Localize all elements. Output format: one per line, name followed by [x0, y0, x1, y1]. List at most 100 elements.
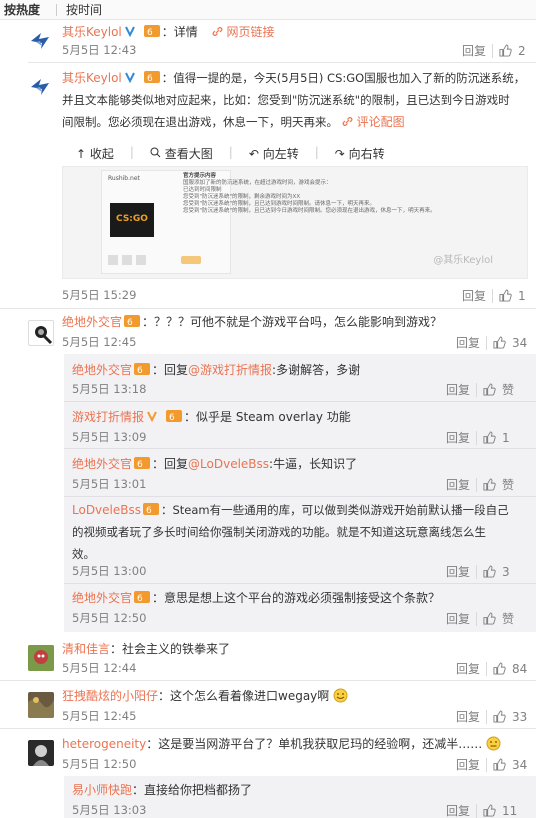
comment-line: 其乐Keylol 6 ：详情 网页链接: [62, 21, 274, 43]
divider: [64, 448, 536, 449]
avatar[interactable]: [28, 28, 54, 54]
username[interactable]: 绝地外交官: [72, 363, 132, 377]
username[interactable]: 绝地外交官: [62, 315, 122, 329]
sub-reply-text-2: 的视频或者玩了多长时间给你强制关闭游戏的功能。就是不知道这玩意离线怎么生: [72, 525, 486, 539]
username[interactable]: 其乐Keylol: [62, 25, 122, 39]
comment-pic-link[interactable]: 评论配图: [342, 115, 405, 129]
sub-reply-text: ：意思是想上这个平台的游戏必须强制接受这个条款？: [152, 591, 441, 605]
timestamp: 5月5日 12:43: [62, 43, 137, 57]
emoji-icon: [333, 688, 348, 703]
username[interactable]: 易小师快跑: [72, 783, 132, 797]
comment-actions: 回复 11: [446, 802, 517, 818]
reply-button[interactable]: 回复: [456, 756, 480, 773]
avatar[interactable]: [28, 74, 54, 100]
username[interactable]: 清和佳言: [62, 642, 110, 656]
reply-button[interactable]: 回复: [446, 429, 470, 446]
username[interactable]: 游戏打折情报: [72, 410, 144, 424]
verified-icon: [124, 72, 135, 83]
timestamp: 5月5日 13:00: [72, 564, 147, 578]
reply-button[interactable]: 回复: [446, 476, 470, 493]
username[interactable]: 绝地外交官: [72, 457, 132, 471]
avatar[interactable]: [28, 740, 54, 766]
comment-actions: 回复 3: [446, 563, 510, 580]
watermark: @其乐Keylol: [433, 255, 493, 266]
reply-button[interactable]: 回复: [446, 610, 470, 627]
comment-actions: 回复 33: [456, 708, 527, 725]
reply-button[interactable]: 回复: [446, 381, 470, 398]
web-link-text[interactable]: 网页链接: [226, 25, 274, 39]
like-icon[interactable]: [499, 289, 512, 302]
username[interactable]: 狂拽酷炫的小阳仔: [62, 689, 158, 703]
like-icon[interactable]: [483, 612, 496, 625]
sub-reply-text: ：直接给你把档都扬了: [132, 783, 253, 797]
like-icon[interactable]: [483, 383, 496, 396]
like-count: 赞: [502, 383, 515, 397]
timestamp: 5月5日 12:45: [62, 335, 137, 349]
comment-text: ：？？？可他不就是个游戏平台吗，怎么能影响到游戏？: [142, 315, 443, 329]
rotate-right-button[interactable]: ↷ 向右转: [335, 145, 385, 162]
like-icon[interactable]: [483, 431, 496, 444]
username[interactable]: 其乐Keylol: [62, 71, 122, 85]
divider: [64, 583, 536, 584]
avatar[interactable]: [28, 692, 54, 718]
tab-by-hot[interactable]: 按热度: [4, 1, 40, 18]
comment-actions: 回复 赞: [446, 476, 514, 493]
comment-body: 其乐Keylol 6 ：值得一提的是，今天(5月5日) CS:GO国服也加入了新的防…: [62, 67, 532, 133]
comment-text-3: 间限制。您必须现在退出游戏，休息一下，明天再来。: [62, 115, 338, 129]
like-icon[interactable]: [493, 758, 506, 771]
mention-link[interactable]: @LoDveleBss: [188, 457, 269, 471]
timestamp: 5月5日 12:45: [62, 709, 137, 723]
like-icon[interactable]: [483, 565, 496, 578]
like-icon[interactable]: [493, 662, 506, 675]
member-icon: 6: [134, 457, 151, 469]
comment-actions: 回复 1: [462, 287, 526, 304]
reply-button[interactable]: 回复: [456, 334, 480, 351]
like-icon[interactable]: [483, 478, 496, 491]
image-badge: [181, 256, 201, 264]
like-count: 3: [502, 564, 510, 579]
reply-button[interactable]: 回复: [456, 660, 480, 677]
sub-reply-line: 易小师快跑：直接给你把档都扬了: [72, 779, 252, 801]
comment-text: ：这个怎么看着像进口wegay啊: [158, 689, 330, 703]
sub-reply-text: ：似乎是 Steam overlay 功能: [184, 410, 351, 424]
reply-button[interactable]: 回复: [446, 563, 470, 580]
rotate-left-button[interactable]: ↶ 向左转: [249, 145, 299, 162]
like-count: 1: [518, 288, 526, 303]
username[interactable]: heterogeneity: [62, 737, 146, 751]
like-icon[interactable]: [499, 44, 512, 57]
reply-button[interactable]: 回复: [462, 42, 486, 59]
member-icon: 6: [166, 410, 183, 422]
image-toolbar: ↑ 收起 | 查看大图 | ↶ 向左转 | ↷ 向右转: [76, 145, 385, 162]
svg-text:6: 6: [169, 413, 175, 422]
username[interactable]: 绝地外交官: [72, 591, 132, 605]
web-link[interactable]: 网页链接: [212, 25, 274, 39]
avatar[interactable]: [28, 645, 54, 671]
comment-pic-text[interactable]: 评论配图: [357, 115, 405, 129]
collapse-button[interactable]: ↑ 收起: [76, 145, 114, 162]
like-icon[interactable]: [493, 710, 506, 723]
username[interactable]: LoDveleBss: [72, 503, 141, 517]
like-count: 34: [512, 757, 528, 772]
reply-button[interactable]: 回复: [446, 802, 470, 818]
divider: [64, 496, 536, 497]
divider: [28, 62, 536, 63]
comment-actions: 回复 赞: [446, 610, 514, 627]
reply-button[interactable]: 回复: [462, 287, 486, 304]
like-icon[interactable]: [493, 336, 506, 349]
sort-tabs: 按热度 按时间: [0, 0, 536, 20]
tab-divider: [56, 4, 57, 16]
like-icon[interactable]: [483, 804, 496, 817]
tab-by-time[interactable]: 按时间: [66, 1, 102, 18]
image-site-name: Rushib.net: [108, 175, 140, 182]
verified-icon: [147, 411, 157, 422]
reply-button[interactable]: 回复: [456, 708, 480, 725]
svg-text:6: 6: [127, 318, 133, 327]
sub-reply-line: 绝地外交官 6 ：回复@游戏打折情报:多谢解答，多谢: [72, 359, 360, 381]
like-count: 1: [502, 430, 510, 445]
view-large-button[interactable]: 查看大图: [150, 145, 213, 162]
sub-reply-line: 绝地外交官 6 ：回复@LoDveleBss:牛逼，长知识了: [72, 453, 357, 475]
comment-text-2: 并且文本能够类似地对应起来，比如：您受到"防沉迷系统"的限制，且已达到今日游戏时: [62, 93, 510, 107]
avatar[interactable]: [28, 320, 54, 346]
mention-link[interactable]: @游戏打折情报: [188, 363, 272, 377]
comment-image[interactable]: Rushib.net CS:GO 官方提示内容 国服添加了新的防沉迷系统，在超过…: [62, 166, 528, 279]
